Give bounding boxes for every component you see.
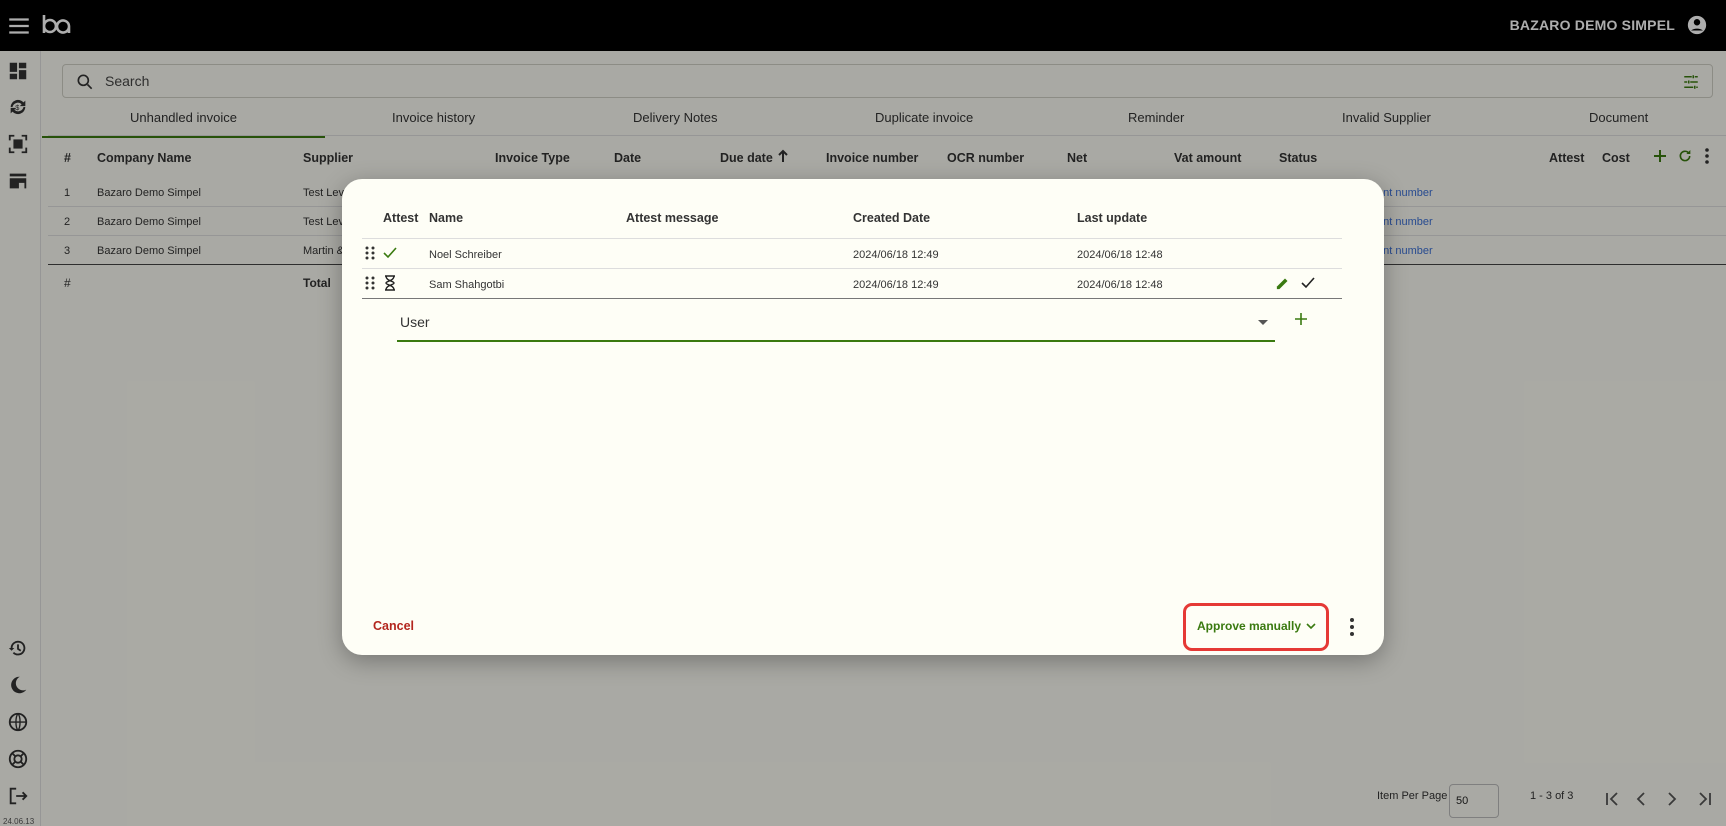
col-attest-message: Attest message (626, 211, 719, 225)
approve-manually-button[interactable]: Approve manually (1183, 603, 1329, 651)
approve-manually-label: Approve manually (1197, 619, 1302, 633)
attest-row[interactable]: Sam Shahgotbi 2024/06/18 12:49 2024/06/1… (362, 269, 1342, 299)
last-update: 2024/06/18 12:48 (1077, 279, 1163, 291)
add-user-icon[interactable] (1294, 312, 1308, 326)
col-name: Name (429, 211, 464, 225)
chevron-down-icon[interactable] (1305, 620, 1317, 632)
col-attest: Attest (383, 211, 419, 225)
col-last-update: Last update (1077, 211, 1148, 225)
cancel-button[interactable]: Cancel (373, 619, 414, 633)
dropdown-arrow-icon[interactable] (1258, 320, 1268, 325)
created-date: 2024/06/18 12:49 (853, 279, 939, 291)
user-select-label: User (400, 314, 430, 330)
edit-icon[interactable] (1275, 276, 1290, 291)
hourglass-icon (384, 275, 396, 291)
more-options-icon[interactable] (1342, 616, 1362, 638)
user-select[interactable]: User (397, 305, 1275, 342)
drag-handle-icon[interactable] (365, 276, 375, 290)
last-update: 2024/06/18 12:48 (1077, 249, 1163, 261)
attester-name: Noel Schreiber (429, 249, 502, 261)
attest-row[interactable]: Noel Schreiber 2024/06/18 12:49 2024/06/… (362, 239, 1342, 269)
attest-dialog: Attest Name Attest message Created Date … (342, 179, 1384, 655)
drag-handle-icon[interactable] (365, 246, 375, 260)
attest-table-header: Attest Name Attest message Created Date … (362, 179, 1342, 239)
attester-name: Sam Shahgotbi (429, 279, 505, 291)
approve-check-icon[interactable] (1301, 276, 1315, 290)
col-created-date: Created Date (853, 211, 931, 225)
approved-check-icon (383, 246, 397, 260)
created-date: 2024/06/18 12:49 (853, 249, 939, 261)
